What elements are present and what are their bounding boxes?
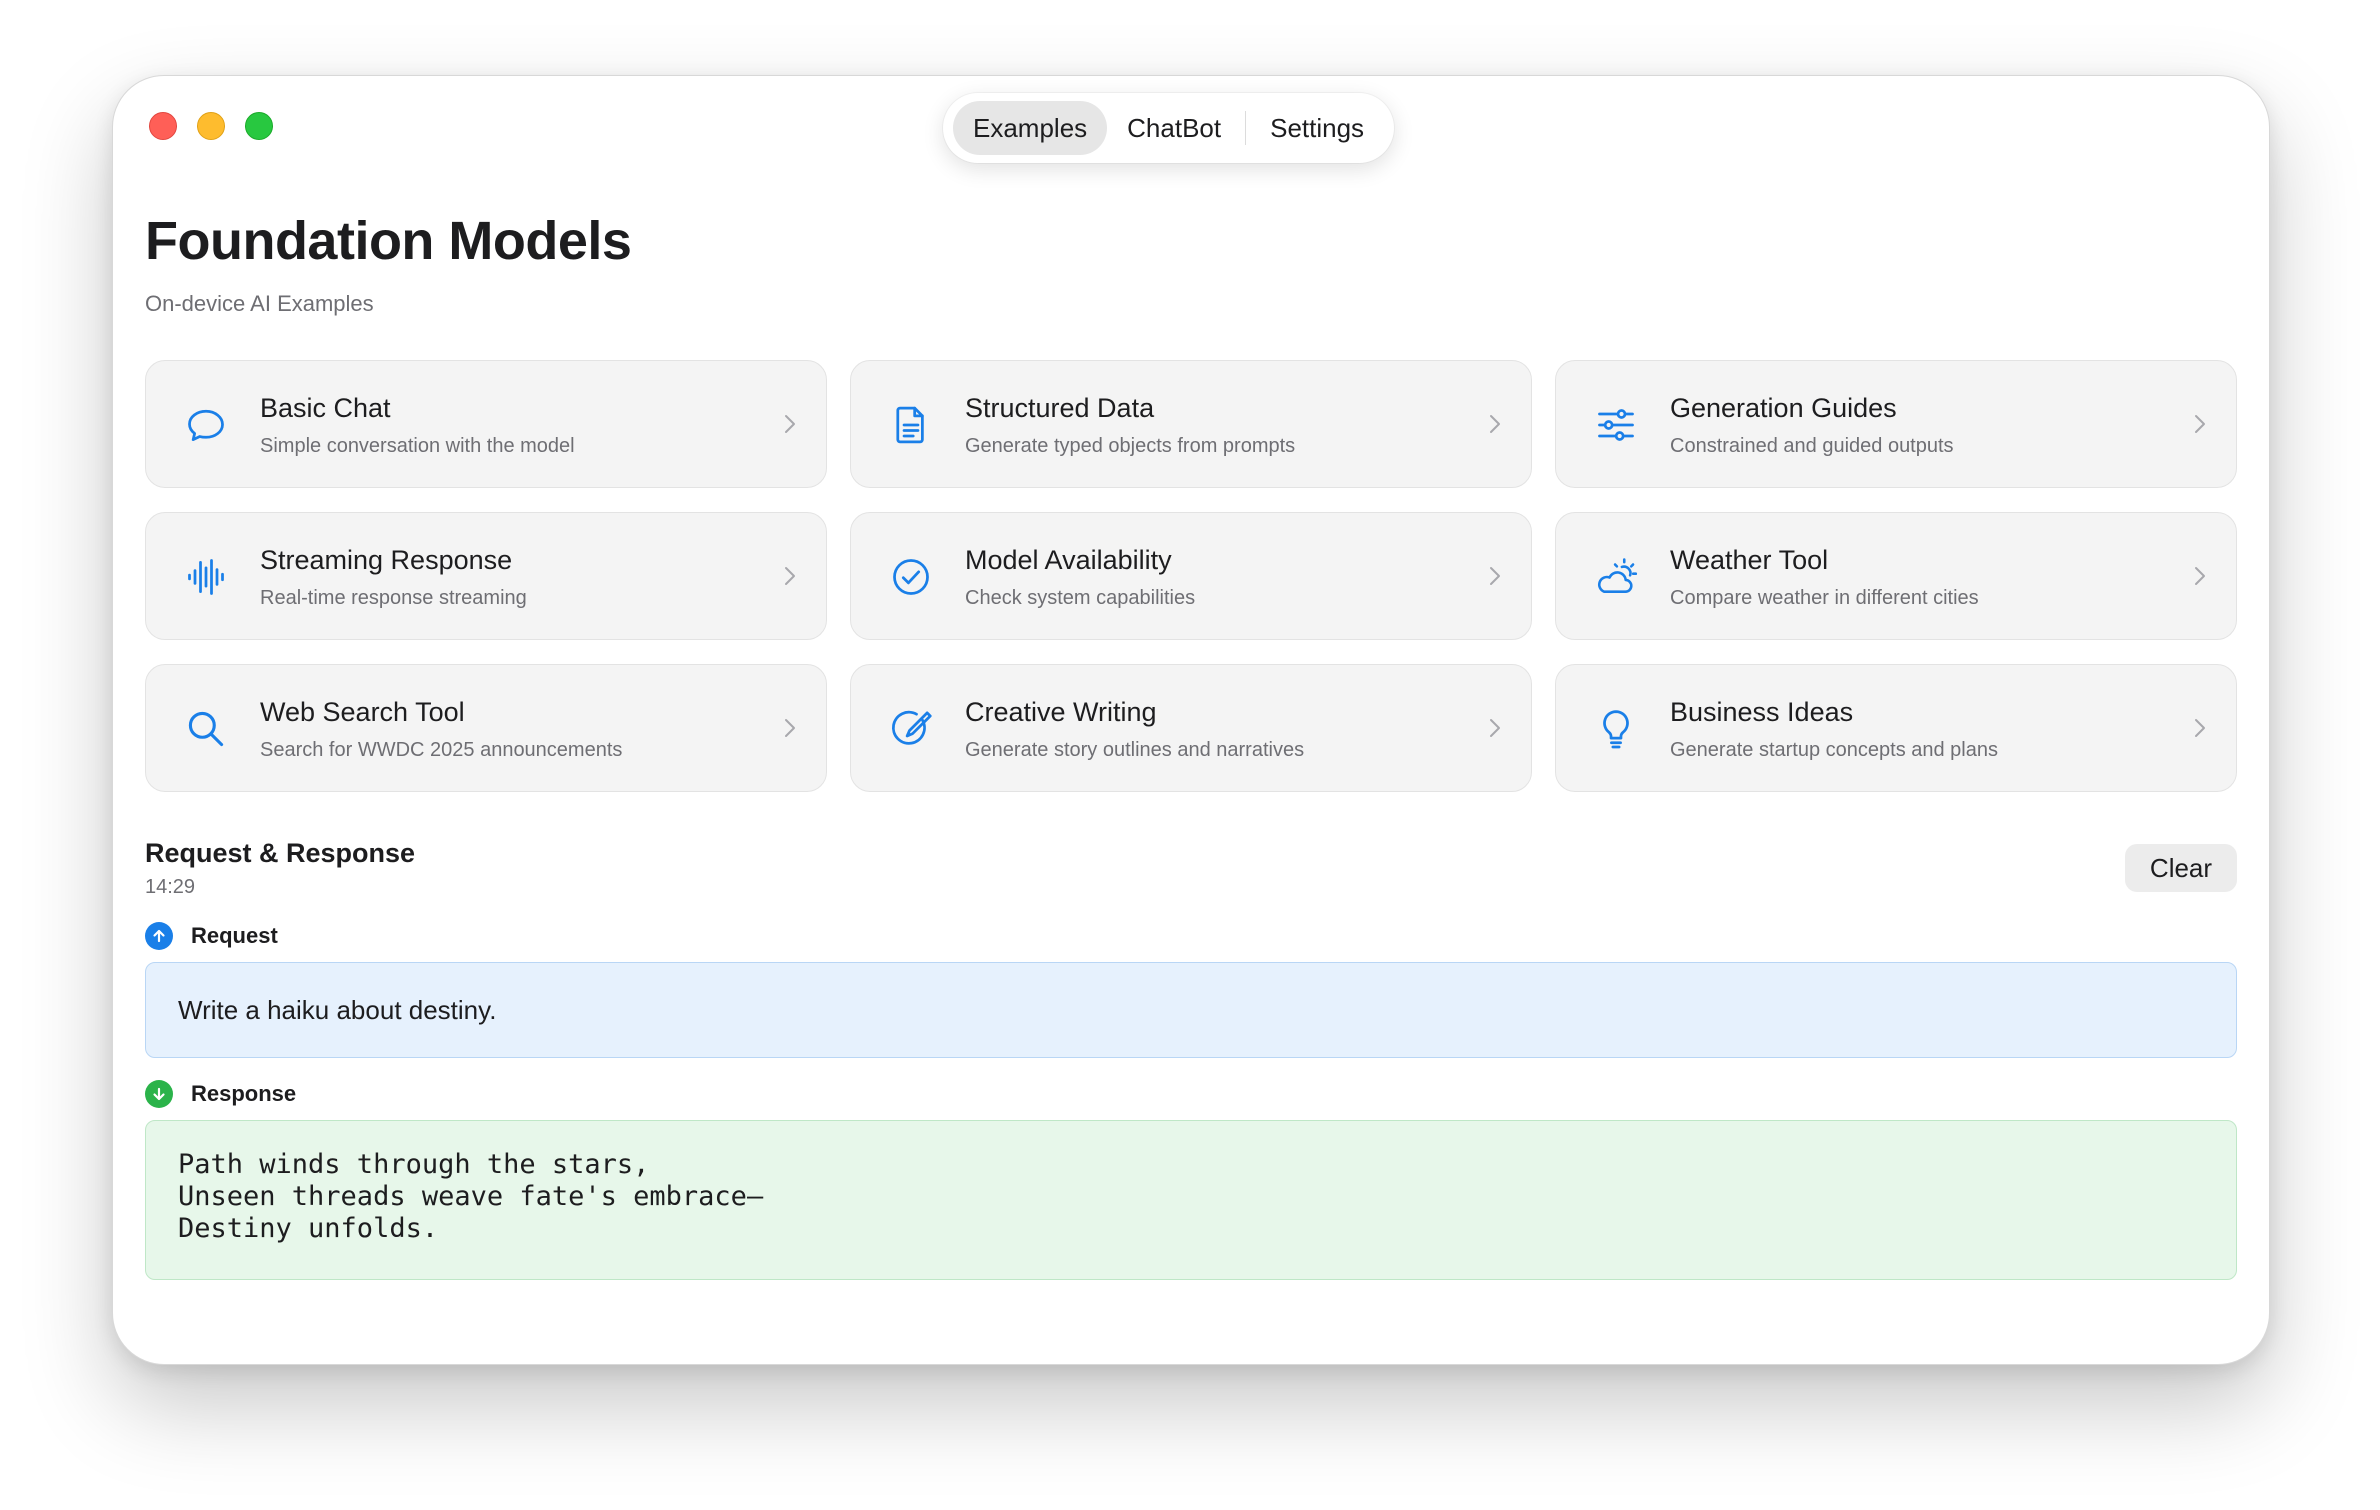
chat-bubble-icon <box>182 401 230 449</box>
card-title: Streaming Response <box>260 545 513 575</box>
request-label-row: Request <box>145 922 278 950</box>
card-title: Creative Writing <box>965 697 1157 727</box>
cloud-sun-icon <box>1592 553 1640 601</box>
example-card-generation-guides[interactable]: Generation Guides Constrained and guided… <box>1555 360 2237 488</box>
request-label: Request <box>191 923 278 948</box>
zoom-window-button[interactable] <box>245 112 273 140</box>
example-card-weather-tool[interactable]: Weather Tool Compare weather in differen… <box>1555 512 2237 640</box>
response-label-row: Response <box>145 1080 296 1108</box>
card-title: Weather Tool <box>1670 545 1829 575</box>
example-card-creative-writing[interactable]: Creative Writing Generate story outlines… <box>850 664 1532 792</box>
app-window: Examples ChatBot Settings Foundation Mod… <box>112 75 2270 1365</box>
card-title: Generation Guides <box>1670 393 1897 423</box>
request-response-timestamp: 14:29 <box>145 876 196 898</box>
chevron-right-icon <box>2195 567 2205 585</box>
card-description: Real-time response streaming <box>260 587 527 609</box>
examples-grid: Basic Chat Simple conversation with the … <box>145 360 2237 792</box>
chevron-right-icon <box>2195 415 2205 433</box>
chevron-right-icon <box>1490 719 1500 737</box>
card-description: Search for WWDC 2025 announcements <box>260 739 623 761</box>
card-title: Business Ideas <box>1670 697 1854 727</box>
response-label: Response <box>191 1081 297 1106</box>
sliders-icon <box>1592 401 1640 449</box>
chevron-right-icon <box>2195 719 2205 737</box>
chevron-right-icon <box>785 567 795 585</box>
card-description: Generate story outlines and narratives <box>965 739 1305 761</box>
response-text: Path winds through the stars, Unseen thr… <box>145 1120 2237 1280</box>
card-description: Generate startup concepts and plans <box>1670 739 1998 761</box>
chevron-right-icon <box>1490 415 1500 433</box>
card-description: Simple conversation with the model <box>260 435 575 457</box>
arrow-down-circle-icon <box>145 1080 173 1108</box>
example-card-structured-data[interactable]: Structured Data Generate typed objects f… <box>850 360 1532 488</box>
close-window-button[interactable] <box>149 112 177 140</box>
chevron-right-icon <box>785 415 795 433</box>
checkmark-circle-icon <box>887 553 935 601</box>
card-title: Model Availability <box>965 545 1172 575</box>
tab-chatbot[interactable]: ChatBot <box>1107 101 1241 155</box>
tab-settings[interactable]: Settings <box>1250 101 1384 155</box>
example-card-streaming-response[interactable]: Streaming Response Real-time response st… <box>145 512 827 640</box>
document-icon <box>887 401 935 449</box>
page-title: Foundation Models <box>145 211 632 271</box>
request-text-box: Write a haiku about destiny. <box>145 962 2237 1058</box>
request-response-title: Request & Response <box>145 838 416 868</box>
card-description: Constrained and guided outputs <box>1670 435 1954 457</box>
card-title: Web Search Tool <box>260 697 465 727</box>
lightbulb-icon <box>1592 705 1640 753</box>
tab-examples[interactable]: Examples <box>953 101 1108 155</box>
example-card-web-search-tool[interactable]: Web Search Tool Search for WWDC 2025 ann… <box>145 664 827 792</box>
tab-divider <box>1245 111 1247 145</box>
pencil-circle-icon <box>887 705 935 753</box>
page-subtitle: On-device AI Examples <box>145 291 374 316</box>
window-controls <box>149 112 273 140</box>
request-text: Write a haiku about destiny. <box>178 994 497 1025</box>
card-description: Generate typed objects from prompts <box>965 435 1296 457</box>
magnifying-glass-icon <box>182 705 230 753</box>
example-card-basic-chat[interactable]: Basic Chat Simple conversation with the … <box>145 360 827 488</box>
card-description: Compare weather in different cities <box>1670 587 1979 609</box>
minimize-window-button[interactable] <box>197 112 225 140</box>
card-description: Check system capabilities <box>965 587 1196 609</box>
card-title: Basic Chat <box>260 393 391 423</box>
chevron-right-icon <box>785 719 795 737</box>
clear-button[interactable]: Clear <box>2125 844 2237 892</box>
example-card-business-ideas[interactable]: Business Ideas Generate startup concepts… <box>1555 664 2237 792</box>
tab-bar: Examples ChatBot Settings <box>943 93 1395 163</box>
chevron-right-icon <box>1490 567 1500 585</box>
card-title: Structured Data <box>965 393 1155 423</box>
example-card-model-availability[interactable]: Model Availability Check system capabili… <box>850 512 1532 640</box>
waveform-icon <box>182 553 230 601</box>
arrow-up-circle-icon <box>145 922 173 950</box>
